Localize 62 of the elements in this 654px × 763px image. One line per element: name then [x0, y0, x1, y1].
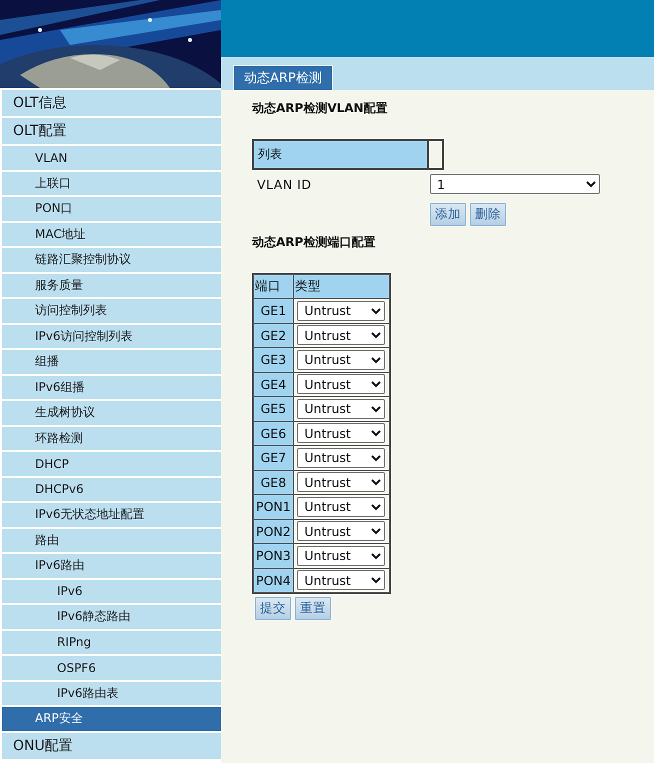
sidebar-item[interactable]: OSPF6: [2, 656, 221, 680]
port-cell: PON1: [254, 495, 293, 518]
port-cell: GE3: [254, 348, 293, 372]
vlan-select[interactable]: 1: [430, 174, 600, 194]
port-cell: PON3: [254, 544, 293, 568]
sidebar-item[interactable]: 生成树协议: [2, 401, 221, 424]
table-header: 列表: [254, 141, 429, 168]
sidebar-item[interactable]: VLAN: [2, 146, 221, 170]
sidebar-item[interactable]: DHCP: [2, 452, 221, 476]
sidebar-item[interactable]: 环路检测: [2, 426, 221, 450]
sidebar-item[interactable]: DHCPv6: [2, 478, 221, 501]
section-title: 动态ARP检测端口配置: [252, 234, 376, 251]
sidebar-item[interactable]: IPv6组播: [2, 376, 221, 399]
action-button[interactable]: 重置: [295, 597, 331, 620]
type-select[interactable]: Untrust: [297, 570, 386, 590]
sidebar-item[interactable]: ARP安全: [2, 707, 221, 730]
action-button[interactable]: 添加: [430, 203, 466, 226]
section-title: 动态ARP检测VLAN配置: [252, 100, 389, 117]
type-select[interactable]: Untrust: [297, 472, 386, 492]
sidebar-item[interactable]: IPv6无状态地址配置: [2, 503, 221, 526]
sidebar-item[interactable]: ONU配置: [2, 732, 221, 758]
type-select[interactable]: Untrust: [297, 546, 386, 566]
sidebar-item[interactable]: OLT配置: [2, 118, 221, 144]
type-select[interactable]: Untrust: [297, 448, 386, 468]
field-label: VLAN ID: [256, 176, 312, 192]
sidebar-item[interactable]: OLT信息: [2, 90, 221, 116]
port-cell: GE5: [254, 397, 293, 420]
tab[interactable]: 动态ARP检测: [233, 65, 333, 90]
sidebar-item[interactable]: IPv6路由: [2, 554, 221, 578]
sidebar-item[interactable]: 上联口: [2, 172, 221, 195]
sidebar-item[interactable]: RIPng: [2, 630, 221, 654]
sidebar-item[interactable]: MAC地址: [2, 222, 221, 246]
type-select[interactable]: Untrust: [297, 398, 386, 419]
port-cell: GE7: [254, 446, 293, 470]
column-header: 类型: [294, 275, 389, 298]
sidebar-item[interactable]: 访问控制列表: [2, 299, 221, 322]
sidebar-item[interactable]: 组播: [2, 350, 221, 374]
port-cell: GE1: [254, 299, 293, 322]
port-cell: GE8: [254, 470, 293, 494]
type-select[interactable]: Untrust: [297, 350, 386, 370]
type-select[interactable]: Untrust: [297, 423, 386, 444]
type-select[interactable]: Untrust: [297, 325, 386, 346]
action-button[interactable]: 删除: [470, 203, 506, 226]
column-header: 端口: [254, 275, 293, 298]
sidebar-item[interactable]: 链路汇聚控制协议: [2, 248, 221, 272]
type-select[interactable]: Untrust: [297, 300, 386, 321]
type-select[interactable]: Untrust: [297, 496, 386, 517]
port-cell: PON4: [254, 568, 293, 592]
sidebar-item[interactable]: IPv6: [2, 580, 221, 603]
action-button[interactable]: 提交: [255, 597, 291, 620]
port-cell: PON2: [254, 520, 293, 543]
sidebar-item[interactable]: 服务质量: [2, 274, 221, 297]
port-cell: GE4: [254, 372, 293, 396]
sidebar-item[interactable]: 路由: [2, 528, 221, 552]
sidebar-item[interactable]: IPv6静态路由: [2, 605, 221, 628]
type-select[interactable]: Untrust: [297, 374, 386, 394]
sidebar-item[interactable]: IPv6访问控制列表: [2, 324, 221, 348]
type-select[interactable]: Untrust: [297, 521, 386, 542]
port-cell: GE2: [254, 324, 293, 347]
port-cell: GE6: [254, 422, 293, 445]
sidebar-item[interactable]: PON口: [2, 197, 221, 220]
sidebar-item[interactable]: IPv6路由表: [2, 682, 221, 705]
